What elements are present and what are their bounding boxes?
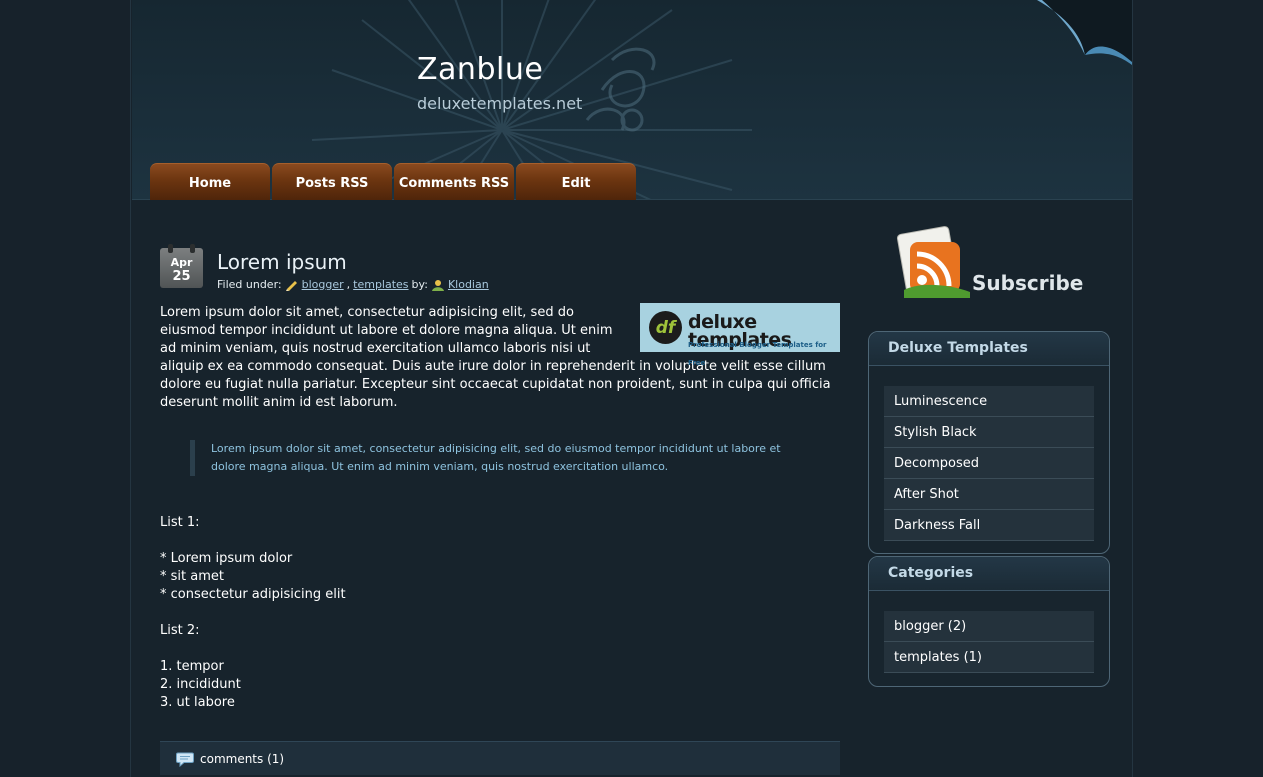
- comments-link[interactable]: comments (1): [200, 752, 284, 766]
- comment-bubble-icon: [176, 752, 194, 767]
- page-curl-icon: [1037, 0, 1132, 65]
- category-link-templates[interactable]: templates: [353, 278, 408, 291]
- logo-tagline: Professional Blogger Templates for Free: [688, 341, 827, 367]
- site-subtitle: deluxetemplates.net: [417, 94, 583, 113]
- post-title[interactable]: Lorem ipsum: [217, 250, 347, 274]
- main-nav: Home Posts RSS Comments RSS Edit: [150, 163, 636, 200]
- nav-posts-rss[interactable]: Posts RSS: [272, 163, 392, 200]
- category-link-blogger[interactable]: blogger: [302, 278, 344, 291]
- deluxe-templates-logo[interactable]: df deluxe templates Professional Blogger…: [640, 303, 840, 367]
- page-margin-right: [1132, 0, 1263, 777]
- logo-mark: df: [649, 311, 682, 344]
- sidebar-item[interactable]: Luminescence: [884, 386, 1094, 417]
- comments-bar: comments (1): [160, 741, 840, 775]
- list-item: * sit amet: [160, 569, 224, 584]
- nav-edit[interactable]: Edit: [516, 163, 636, 200]
- subscribe-label: Subscribe: [972, 271, 1083, 295]
- site-title[interactable]: Zanblue: [417, 52, 543, 87]
- meta-prefix: Filed under:: [217, 278, 282, 291]
- list-item: * Lorem ipsum dolor: [160, 551, 293, 566]
- user-icon: [431, 279, 444, 291]
- post-blockquote: Lorem ipsum dolor sit amet, consectetur …: [190, 440, 810, 476]
- page-margin-left: [0, 0, 131, 777]
- widget-deluxe-templates: Deluxe Templates Luminescence Stylish Bl…: [868, 331, 1110, 554]
- post-lists: List 1: * Lorem ipsum dolor * sit amet *…: [160, 514, 346, 712]
- post-body: df deluxe templates Professional Blogger…: [160, 303, 840, 412]
- list-item: 3. ut labore: [160, 695, 235, 710]
- post-date-day: 25: [172, 269, 191, 284]
- rss-icon: [896, 226, 970, 298]
- widget-title: Deluxe Templates: [869, 332, 1109, 366]
- sidebar-item[interactable]: blogger (2): [884, 611, 1094, 642]
- sidebar-item[interactable]: Decomposed: [884, 448, 1094, 479]
- list-item: * consectetur adipisicing elit: [160, 587, 346, 602]
- list-item: 1. tempor: [160, 659, 224, 674]
- sidebar-item[interactable]: Stylish Black: [884, 417, 1094, 448]
- list-item: 2. incididunt: [160, 677, 241, 692]
- nav-comments-rss[interactable]: Comments RSS: [394, 163, 514, 200]
- post-date-month: Apr: [170, 256, 193, 269]
- widget-title: Categories: [869, 557, 1109, 591]
- by-label: by:: [411, 278, 428, 291]
- post-meta: Filed under: blogger, templates by: Klod…: [217, 278, 489, 291]
- sidebar-item[interactable]: templates (1): [884, 642, 1094, 673]
- list1-label: List 1:: [160, 515, 200, 530]
- subscribe-rss-button[interactable]: Subscribe: [894, 222, 1084, 307]
- list2-label: List 2:: [160, 623, 200, 638]
- author-link[interactable]: Klodian: [448, 278, 489, 291]
- calendar-icon: Apr 25: [160, 244, 203, 288]
- sidebar-item[interactable]: After Shot: [884, 479, 1094, 510]
- pencil-icon: [285, 280, 297, 291]
- sidebar-item[interactable]: Darkness Fall: [884, 510, 1094, 541]
- nav-home[interactable]: Home: [150, 163, 270, 200]
- widget-categories: Categories blogger (2) templates (1): [868, 556, 1110, 687]
